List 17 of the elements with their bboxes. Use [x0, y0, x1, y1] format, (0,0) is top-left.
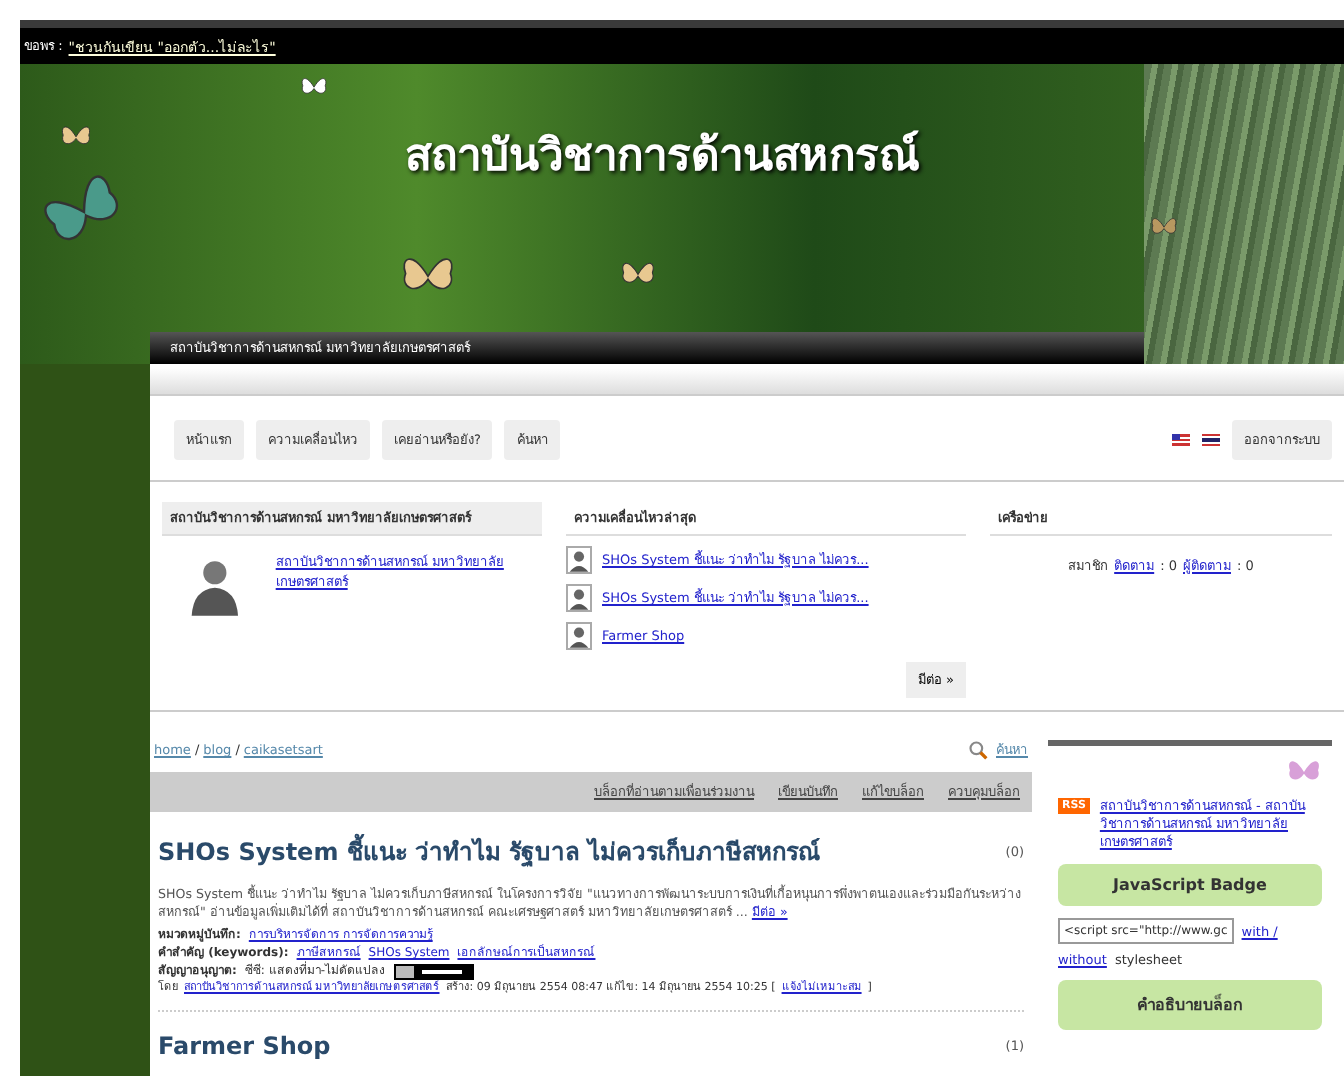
butterfly-icon	[1286, 758, 1322, 786]
search-icon[interactable]	[968, 740, 988, 760]
avatar-icon	[566, 584, 592, 612]
description-heading: คำอธิบายบล็อก	[1058, 980, 1322, 1031]
post-title[interactable]: SHOs System ชี้แนะ ว่าทำไม รัฐบาล ไม่ควรเก็บภาษีสหกรณ์	[158, 832, 820, 870]
avatar-icon	[566, 546, 592, 574]
butterfly-icon	[60, 124, 92, 150]
butterfly-icon	[1150, 216, 1178, 239]
us-flag-icon[interactable]	[1172, 434, 1190, 446]
site-title: สถาบันวิชาการด้านสหกรณ์	[405, 128, 919, 186]
avatar-icon	[566, 622, 592, 650]
post-title[interactable]: Farmer Shop	[158, 1031, 331, 1059]
thai-flag-icon[interactable]	[1202, 434, 1220, 446]
badge-heading: JavaScript Badge	[1058, 864, 1322, 907]
butterfly-icon	[620, 260, 656, 289]
butterfly-icon	[300, 76, 328, 99]
license-badge-icon[interactable]	[393, 963, 473, 980]
